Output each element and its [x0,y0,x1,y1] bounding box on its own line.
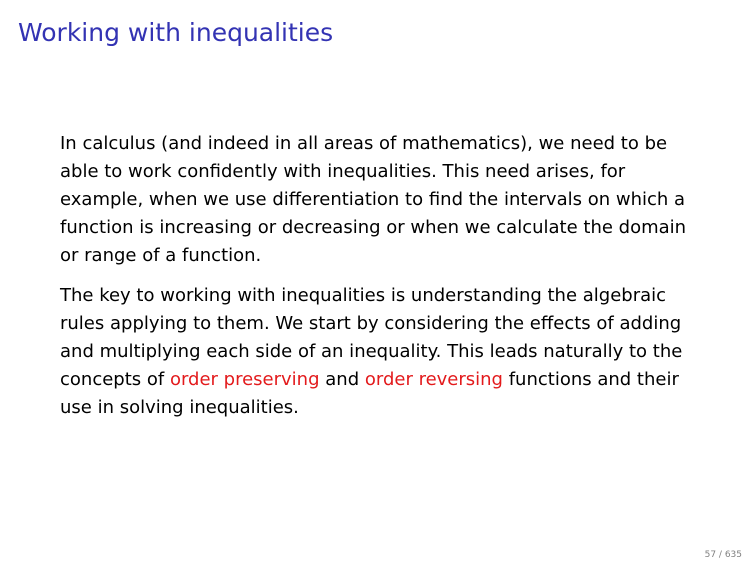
order-reversing-term: order reversing [364,369,503,390]
key-paragraph: The key to working with inequalities is … [60,282,706,422]
key-paragraph-text-middle: and [319,369,365,390]
slide-body: In calculus (and indeed in all areas of … [60,130,706,422]
intro-paragraph: In calculus (and indeed in all areas of … [60,133,687,266]
page-number: 57 / 635 [704,550,742,560]
order-preserving-term: order preserving [169,369,320,390]
slide-title: Working with inequalities [18,18,334,47]
